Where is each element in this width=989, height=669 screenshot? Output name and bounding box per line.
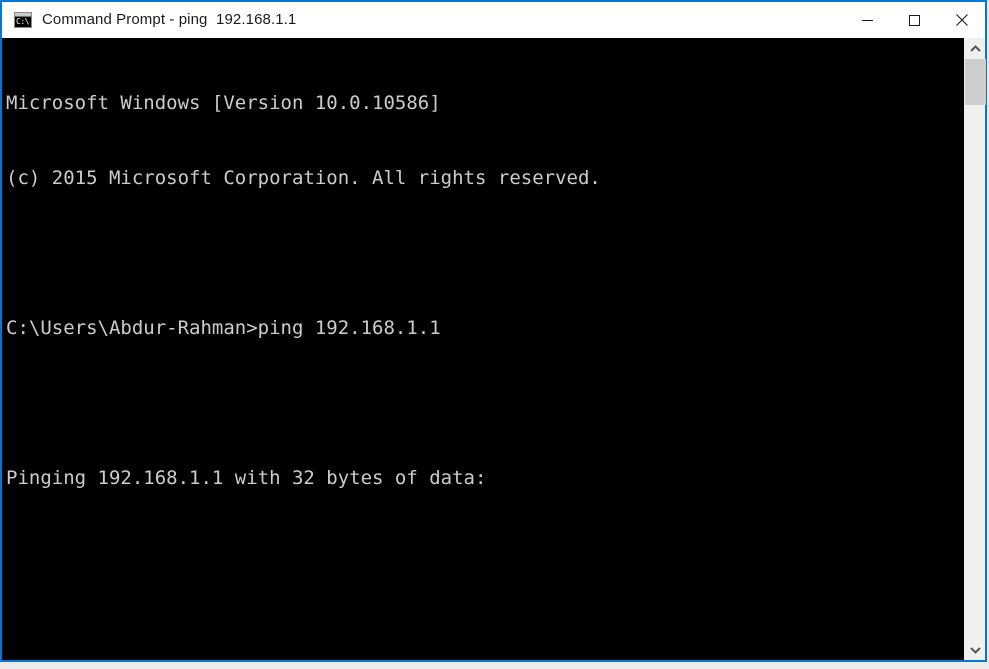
vertical-scrollbar[interactable]: [964, 38, 986, 660]
scrollbar-thumb[interactable]: [965, 59, 986, 105]
chevron-down-icon: [969, 646, 981, 654]
maximize-button[interactable]: [891, 2, 938, 38]
window-title: Command Prompt - ping 192.168.1.1: [42, 11, 297, 28]
console-line: Pinging 192.168.1.1 with 32 bytes of dat…: [6, 467, 487, 489]
command-prompt-window: C:\. Command Prompt - ping 192.168.1.1: [0, 0, 987, 662]
cmd-icon-prompt-glyph: C:\.: [16, 17, 30, 26]
console-line: Microsoft Windows [Version 10.0.10586]: [6, 92, 441, 114]
console-area: Microsoft Windows [Version 10.0.10586] (…: [2, 38, 986, 660]
cmd-console-icon: C:\.: [14, 12, 32, 28]
caption-buttons: [844, 2, 985, 38]
console-line: (c) 2015 Microsoft Corporation. All righ…: [6, 167, 601, 189]
console-line-command: C:\Users\Abdur-Rahman>ping 192.168.1.1: [6, 317, 441, 339]
scrollbar-track[interactable]: [965, 59, 986, 639]
scroll-up-button[interactable]: [965, 38, 985, 59]
minimize-button[interactable]: [844, 2, 891, 38]
console-output[interactable]: Microsoft Windows [Version 10.0.10586] (…: [2, 38, 964, 660]
maximize-icon: [909, 14, 920, 26]
scroll-down-button[interactable]: [965, 639, 985, 660]
close-button[interactable]: [938, 2, 985, 38]
close-icon: [955, 14, 968, 26]
chevron-up-icon: [969, 44, 981, 52]
title-bar-left: C:\. Command Prompt - ping 192.168.1.1: [2, 11, 844, 29]
minimize-icon: [862, 19, 873, 21]
title-bar[interactable]: C:\. Command Prompt - ping 192.168.1.1: [2, 2, 985, 38]
